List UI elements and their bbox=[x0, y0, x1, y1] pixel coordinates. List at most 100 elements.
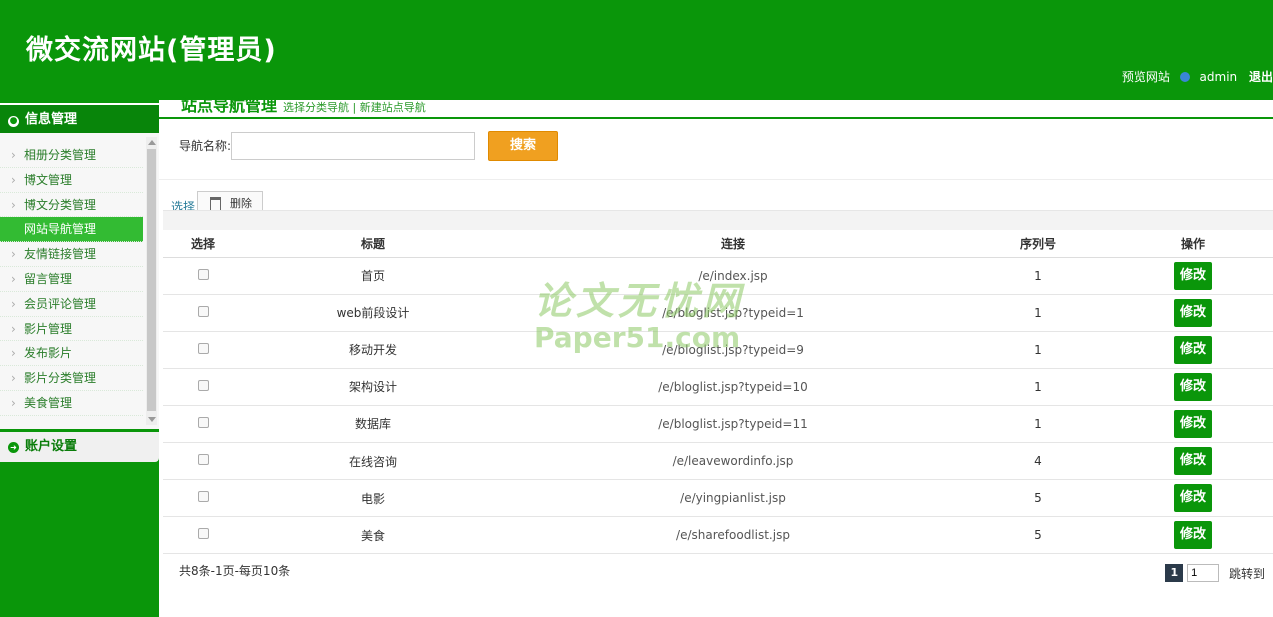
row-checkbox[interactable] bbox=[197, 416, 209, 428]
edit-button[interactable]: 修改 bbox=[1174, 335, 1212, 364]
nav-table: 选择 标题 连接 序列号 操作 首页 /e/index.jsp 1 修改 web… bbox=[163, 231, 1273, 555]
sidebar-item-food[interactable]: 美食管理 bbox=[0, 391, 143, 416]
sidebar-item-label: 友情链接管理 bbox=[24, 247, 97, 262]
sidebar-item-friend-links[interactable]: 友情链接管理 bbox=[0, 242, 143, 267]
row-checkbox[interactable] bbox=[197, 342, 209, 354]
row-order: 5 bbox=[963, 479, 1113, 518]
row-checkbox[interactable] bbox=[197, 454, 209, 466]
search-label: 导航名称: bbox=[179, 139, 232, 153]
row-order: 1 bbox=[963, 368, 1113, 406]
row-title: 数据库 bbox=[243, 405, 503, 443]
pagination: 1 跳转到 bbox=[1165, 564, 1265, 582]
edit-button[interactable]: 修改 bbox=[1174, 484, 1212, 513]
current-page-button[interactable]: 1 bbox=[1165, 564, 1184, 582]
sidebar-scrollbar[interactable] bbox=[146, 137, 157, 425]
edit-button[interactable]: 修改 bbox=[1174, 298, 1212, 327]
sidebar-item-movies[interactable]: 影片管理 bbox=[0, 317, 143, 342]
sidebar-item-label: 博文分类管理 bbox=[24, 197, 97, 212]
sidebar-item-blog-category[interactable]: 博文分类管理 bbox=[0, 193, 143, 218]
sidebar-item-label: 会员评论管理 bbox=[24, 296, 97, 311]
table-row: 首页 /e/index.jsp 1 修改 bbox=[163, 257, 1273, 295]
sidebar-item-member-comments[interactable]: 会员评论管理 bbox=[0, 292, 143, 317]
section-label: 账户设置 bbox=[25, 439, 78, 454]
table-row: web前段设计 /e/bloglist.jsp?typeid=1 1 修改 bbox=[163, 294, 1273, 332]
sidebar-item-label: 博文管理 bbox=[24, 172, 73, 187]
trash-icon bbox=[210, 197, 221, 211]
edit-button[interactable]: 修改 bbox=[1174, 521, 1212, 550]
sidebar-item-label: 留言管理 bbox=[24, 271, 73, 286]
sidebar: ● 信息管理 相册分类管理 博文管理 博文分类管理 网站导航管理 友情链接管理 留… bbox=[0, 100, 159, 617]
row-link: /e/bloglist.jsp?typeid=9 bbox=[503, 331, 963, 369]
row-title: 美食 bbox=[243, 516, 503, 555]
header-tools: 预览网站 admin 退出 bbox=[1122, 68, 1273, 85]
sidebar-item-label: 相册分类管理 bbox=[24, 148, 97, 162]
row-link: /e/bloglist.jsp?typeid=1 bbox=[503, 294, 963, 332]
pagination-summary: 共8条-1页-每页10条 bbox=[179, 564, 291, 578]
edit-button[interactable]: 修改 bbox=[1174, 261, 1212, 290]
sidebar-item-movie-category[interactable]: 影片分类管理 bbox=[0, 366, 143, 391]
row-checkbox[interactable] bbox=[197, 305, 209, 317]
table-row: 数据库 /e/bloglist.jsp?typeid=11 1 修改 bbox=[163, 405, 1273, 443]
search-button[interactable]: 搜索 bbox=[488, 131, 558, 161]
divider bbox=[159, 179, 1273, 180]
row-order: 1 bbox=[963, 331, 1113, 369]
row-link: /e/bloglist.jsp?typeid=11 bbox=[503, 405, 963, 443]
sidebar-item-label: 影片管理 bbox=[24, 321, 73, 336]
sidebar-item-publish-movie[interactable]: 发布影片 bbox=[0, 341, 143, 367]
row-link: /e/index.jsp bbox=[503, 257, 963, 295]
page-title: 站点导航管理 选择分类导航 | 新建站点导航 bbox=[181, 92, 426, 116]
row-checkbox[interactable] bbox=[197, 268, 209, 280]
jump-to-page-link[interactable]: 跳转到 bbox=[1229, 565, 1265, 582]
section-info-management[interactable]: ● 信息管理 bbox=[0, 103, 159, 133]
section-label: 信息管理 bbox=[25, 112, 78, 127]
username-label: admin bbox=[1199, 70, 1238, 84]
sidebar-item-messages[interactable]: 留言管理 bbox=[0, 267, 143, 292]
main-content: 站点导航管理 选择分类导航 | 新建站点导航 导航名称: 搜索 选择 删除 选择 … bbox=[159, 96, 1273, 617]
expand-icon: ● bbox=[8, 116, 19, 127]
title-divider bbox=[159, 117, 1273, 119]
edit-button[interactable]: 修改 bbox=[1174, 409, 1212, 438]
sidebar-item-site-nav[interactable]: 网站导航管理 bbox=[0, 217, 143, 243]
row-link: /e/sharefoodlist.jsp bbox=[503, 516, 963, 555]
sidebar-item-blog[interactable]: 博文管理 bbox=[0, 168, 143, 193]
scroll-up-icon[interactable] bbox=[148, 140, 156, 145]
row-checkbox[interactable] bbox=[197, 491, 209, 503]
table-row: 移动开发 /e/bloglist.jsp?typeid=9 1 修改 bbox=[163, 331, 1273, 369]
col-title: 标题 bbox=[243, 231, 503, 258]
sidebar-menu: 相册分类管理 博文管理 博文分类管理 网站导航管理 友情链接管理 留言管理 会员… bbox=[0, 133, 159, 429]
row-title: 电影 bbox=[243, 479, 503, 518]
delete-label: 删除 bbox=[230, 197, 252, 210]
edit-button[interactable]: 修改 bbox=[1174, 372, 1212, 401]
row-link: /e/leavewordinfo.jsp bbox=[503, 442, 963, 481]
sidebar-item-label: 影片分类管理 bbox=[24, 371, 97, 386]
row-order: 5 bbox=[963, 516, 1113, 555]
row-order: 1 bbox=[963, 257, 1113, 295]
row-title: 移动开发 bbox=[243, 331, 503, 369]
sidebar-item-album-category[interactable]: 相册分类管理 bbox=[0, 143, 143, 168]
table-top-bar bbox=[163, 210, 1273, 230]
table-row: 美食 /e/sharefoodlist.jsp 5 修改 bbox=[163, 516, 1273, 555]
row-order: 1 bbox=[963, 405, 1113, 443]
edit-button[interactable]: 修改 bbox=[1174, 447, 1212, 476]
row-checkbox[interactable] bbox=[197, 528, 209, 540]
col-action: 操作 bbox=[1113, 231, 1273, 258]
preview-site-link[interactable]: 预览网站 bbox=[1122, 70, 1170, 84]
arrow-right-icon: ➜ bbox=[8, 442, 19, 453]
search-input[interactable] bbox=[231, 132, 475, 160]
col-order: 序列号 bbox=[963, 231, 1113, 258]
row-title: 架构设计 bbox=[243, 368, 503, 406]
page-number-input[interactable] bbox=[1187, 564, 1220, 582]
logout-link[interactable]: 退出 bbox=[1249, 70, 1273, 84]
section-account-settings[interactable]: ➜ 账户设置 bbox=[0, 432, 159, 462]
table-header-row: 选择 标题 连接 序列号 操作 bbox=[163, 231, 1273, 258]
scroll-down-icon[interactable] bbox=[148, 417, 156, 422]
page-subtitle-links[interactable]: 选择分类导航 | 新建站点导航 bbox=[283, 101, 426, 114]
col-select: 选择 bbox=[163, 231, 243, 258]
row-checkbox[interactable] bbox=[197, 379, 209, 391]
globe-icon bbox=[1179, 72, 1190, 82]
page-title-text: 站点导航管理 bbox=[181, 96, 278, 115]
scrollbar-thumb[interactable] bbox=[147, 149, 156, 411]
table-row: 电影 /e/yingpianlist.jsp 5 修改 bbox=[163, 479, 1273, 518]
table-row: 架构设计 /e/bloglist.jsp?typeid=10 1 修改 bbox=[163, 368, 1273, 406]
site-title: 微交流网站(管理员) bbox=[26, 35, 277, 66]
